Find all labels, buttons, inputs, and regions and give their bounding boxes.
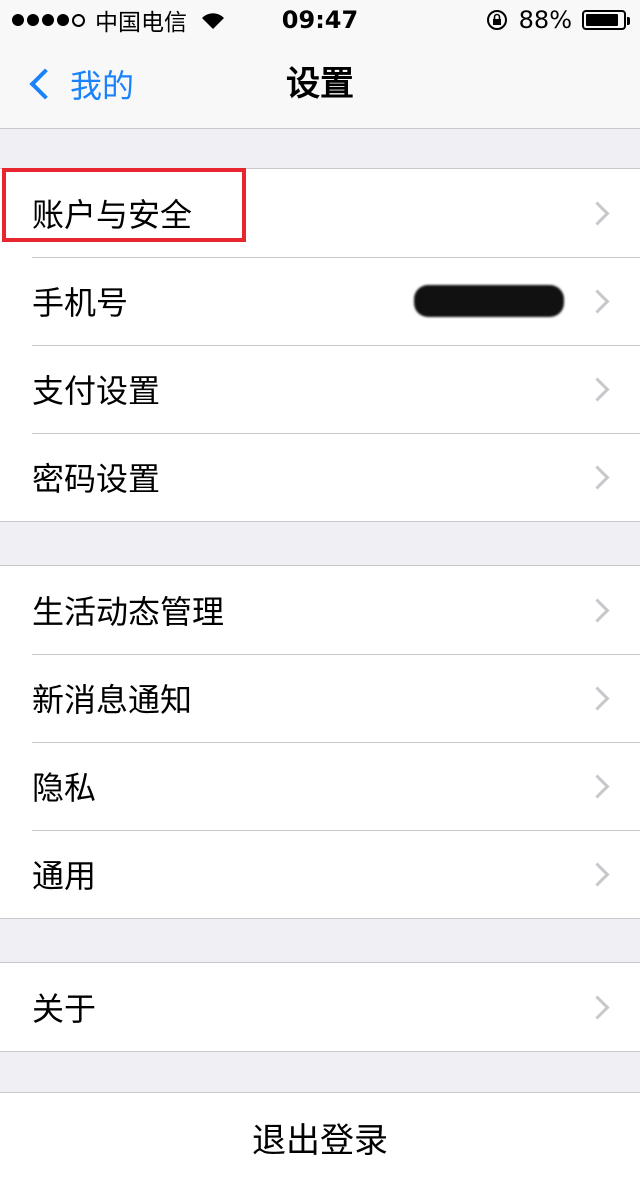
battery-icon	[582, 10, 630, 30]
settings-row-account-security[interactable]: 账户与安全	[0, 169, 640, 257]
redacted-phone-value	[414, 285, 564, 317]
chevron-right-icon	[585, 201, 610, 226]
battery-percent: 88%	[518, 6, 572, 34]
chevron-right-icon	[585, 377, 610, 402]
chevron-right-icon	[585, 774, 610, 799]
settings-row-about[interactable]: 关于	[0, 963, 640, 1051]
signal-dots-icon	[12, 13, 85, 27]
row-label: 支付设置	[32, 372, 161, 410]
settings-group-account: 账户与安全 手机号 支付设置 密码设置	[0, 168, 640, 522]
chevron-right-icon	[585, 686, 610, 711]
settings-group-about: 关于	[0, 962, 640, 1052]
chevron-right-icon	[585, 289, 610, 314]
page-title: 设置	[286, 64, 354, 104]
row-label: 隐私	[32, 769, 97, 807]
wifi-icon	[202, 13, 224, 29]
status-bar: 中国电信 09:47 88%	[0, 0, 640, 40]
row-label: 生活动态管理	[32, 593, 225, 631]
row-label: 手机号	[32, 284, 129, 322]
row-label: 账户与安全	[32, 196, 193, 234]
chevron-right-icon	[585, 598, 610, 623]
rotation-lock-icon	[486, 10, 507, 30]
settings-row-general[interactable]: 通用	[0, 830, 640, 918]
navigation-bar: 我的 设置	[0, 40, 640, 129]
settings-row-notifications[interactable]: 新消息通知	[0, 654, 640, 742]
settings-row-password[interactable]: 密码设置	[0, 433, 640, 521]
row-label: 新消息通知	[32, 681, 193, 719]
row-label: 密码设置	[32, 460, 161, 498]
logout-button[interactable]: 退出登录	[0, 1092, 640, 1182]
settings-row-privacy[interactable]: 隐私	[0, 742, 640, 830]
chevron-right-icon	[585, 862, 610, 887]
settings-row-payment[interactable]: 支付设置	[0, 345, 640, 433]
chevron-right-icon	[585, 995, 610, 1020]
row-label: 关于	[32, 990, 97, 1028]
carrier-name: 中国电信	[95, 10, 187, 36]
chevron-right-icon	[585, 465, 610, 490]
settings-row-phone[interactable]: 手机号	[0, 257, 640, 345]
settings-row-moments[interactable]: 生活动态管理	[0, 566, 640, 654]
logout-label: 退出登录	[252, 1121, 388, 1161]
settings-group-general: 生活动态管理 新消息通知 隐私 通用	[0, 565, 640, 919]
row-label: 通用	[32, 857, 97, 895]
